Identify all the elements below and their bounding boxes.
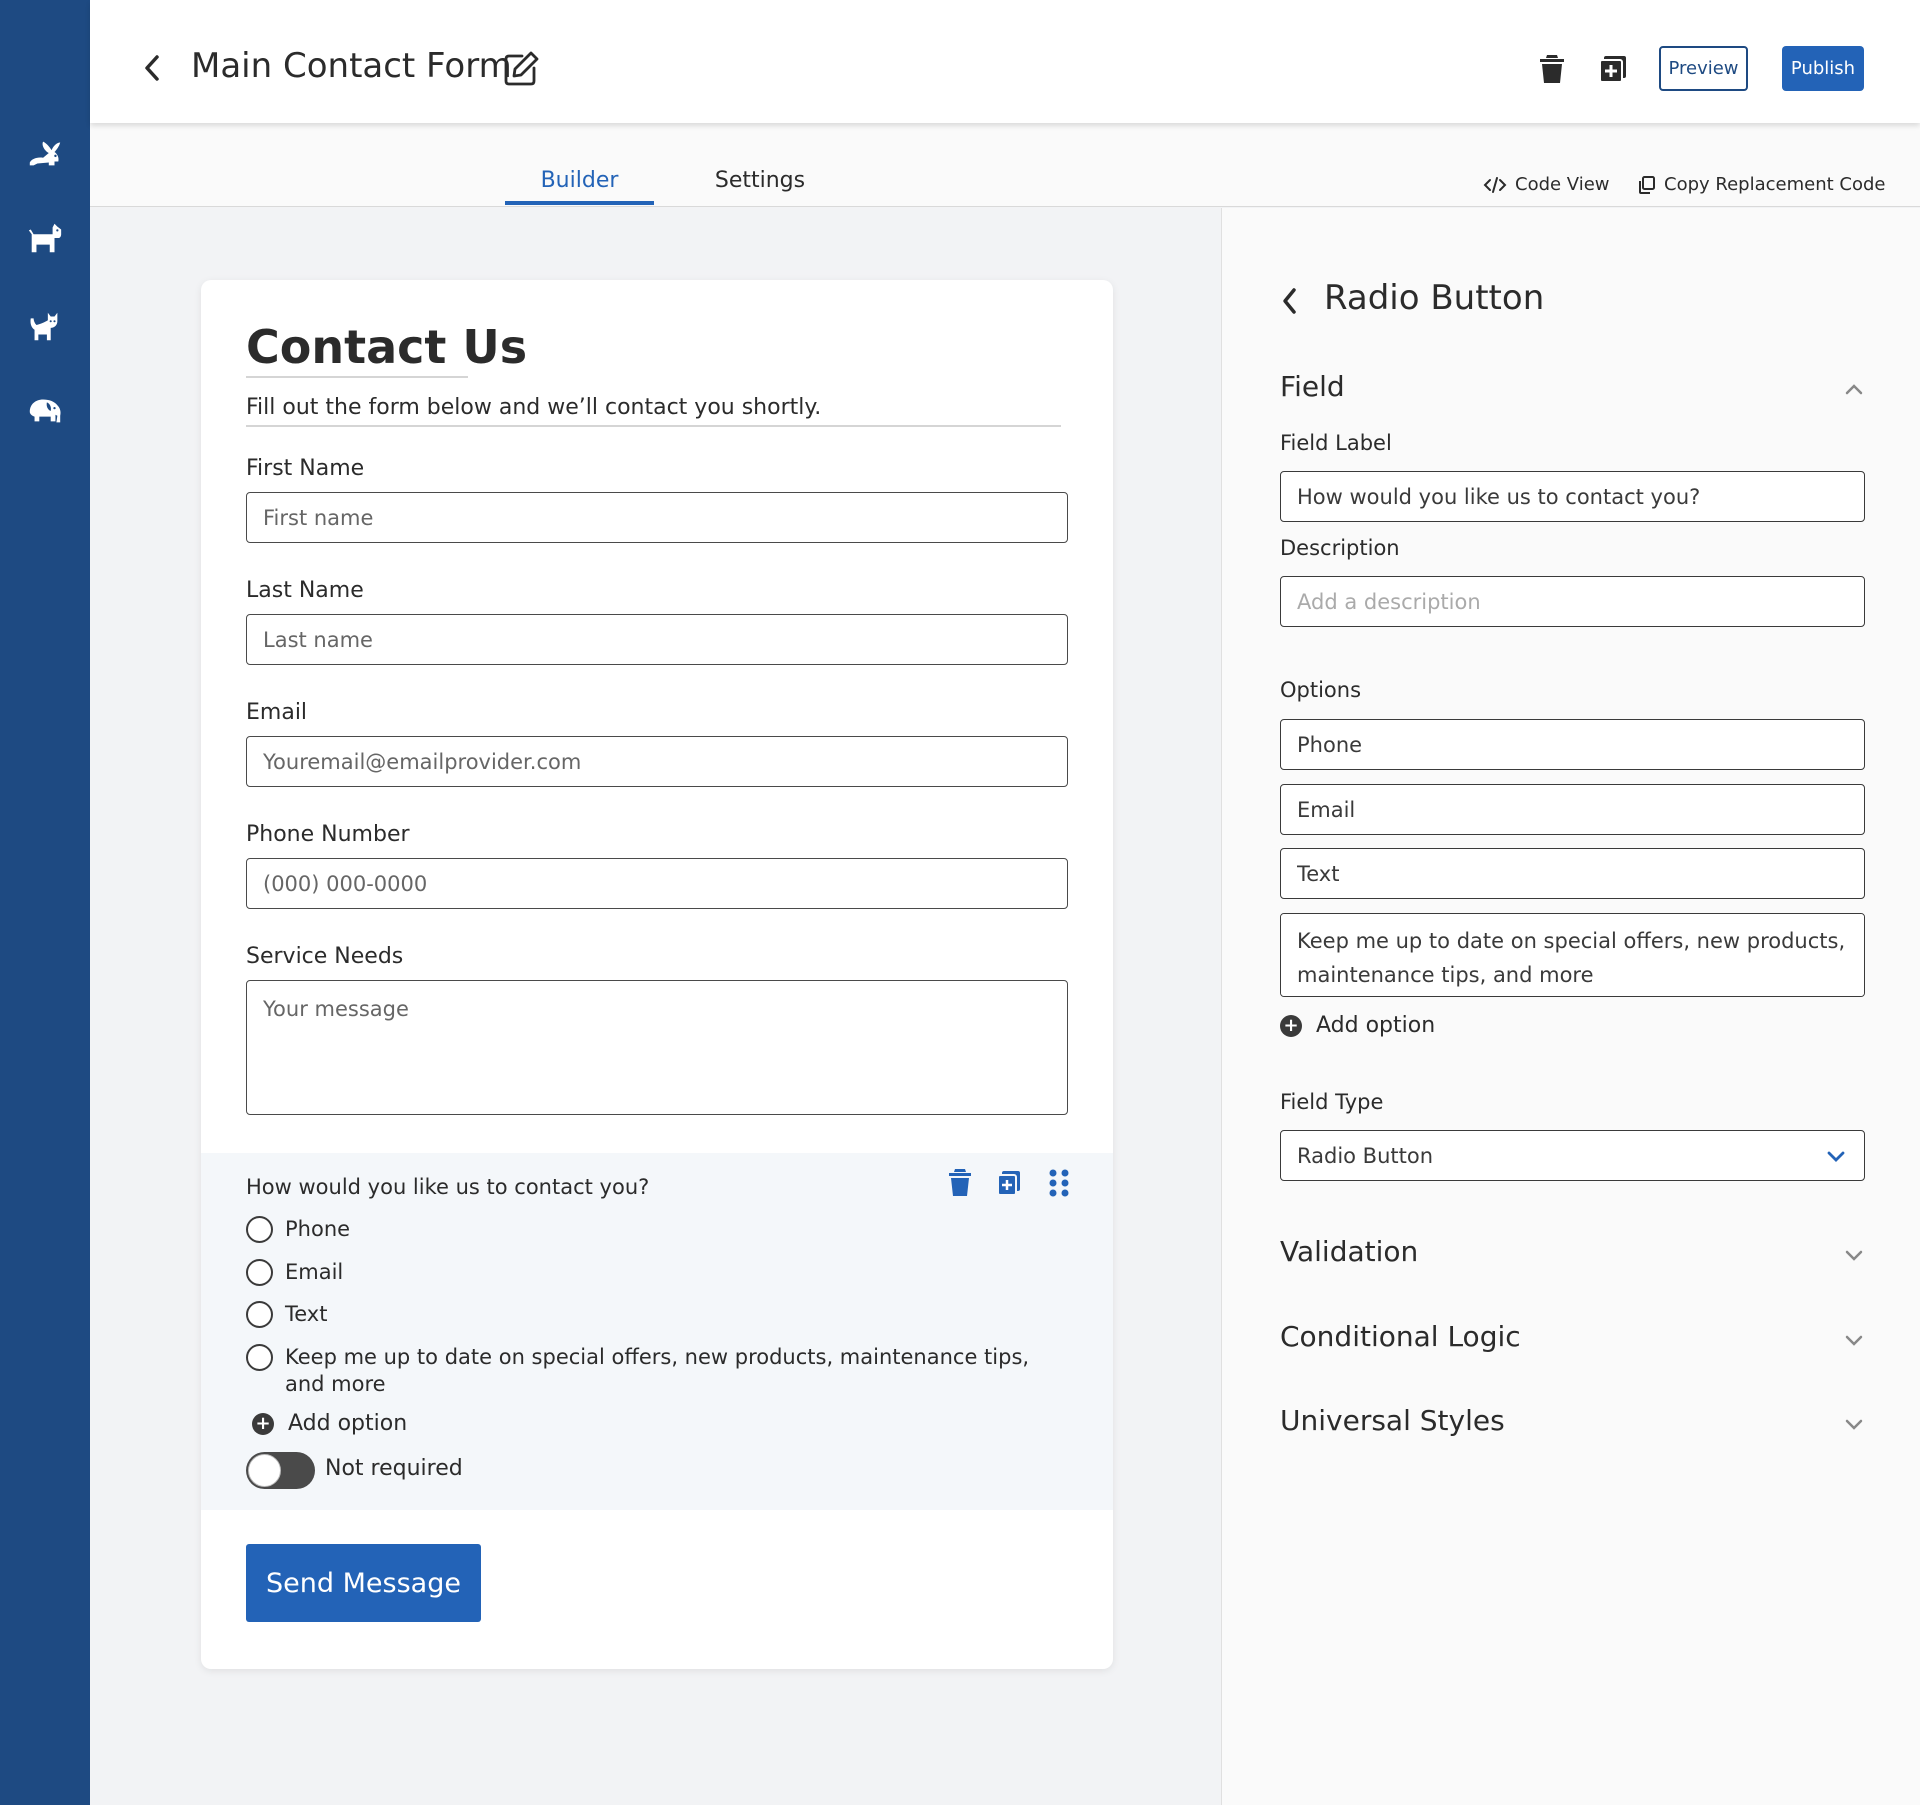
form-subtitle[interactable]: Fill out the form below and we’ll contac… (246, 395, 821, 420)
form-preview-card: Contact Us Fill out the form below and w… (201, 280, 1113, 1669)
chevron-down-icon[interactable] (1844, 1417, 1864, 1431)
chevron-down-icon[interactable] (1844, 1248, 1864, 1262)
option-input[interactable] (1280, 719, 1865, 770)
radio-option-label: Phone (285, 1217, 351, 1241)
radio-circle[interactable] (246, 1301, 273, 1328)
field-type-label: Field Type (1280, 1090, 1384, 1114)
cat-icon[interactable] (24, 305, 66, 347)
plus-circle-icon: + (252, 1412, 274, 1435)
heading-underline (246, 376, 468, 378)
field-label-label: Field Label (1280, 431, 1392, 455)
conditional-logic-section-header[interactable]: Conditional Logic (1280, 1320, 1521, 1353)
options-label: Options (1280, 678, 1362, 702)
chevron-down-icon[interactable] (1844, 1333, 1864, 1347)
tab-builder[interactable]: Builder (505, 168, 654, 193)
drag-handle-icon[interactable] (1045, 1168, 1073, 1198)
code-view-link[interactable]: Code View (1483, 174, 1610, 195)
code-view-label: Code View (1515, 174, 1610, 195)
dog-icon[interactable] (24, 217, 66, 259)
radio-option-label: Text (285, 1302, 328, 1326)
plus-circle-icon: + (1280, 1014, 1302, 1037)
email-input[interactable] (246, 736, 1068, 787)
radio-option[interactable]: Text (246, 1301, 1045, 1328)
publish-button[interactable]: Publish (1782, 46, 1864, 91)
option-input[interactable] (1280, 784, 1865, 835)
radio-option[interactable]: Email (246, 1259, 1045, 1286)
description-label: Description (1280, 536, 1400, 560)
chevron-down-icon (1827, 1151, 1845, 1162)
required-toggle-label: Not required (325, 1456, 463, 1481)
radio-option[interactable]: Keep me up to date on special offers, ne… (246, 1344, 1045, 1398)
field-type-value: Radio Button (1297, 1143, 1434, 1168)
panel-title: Radio Button (1324, 278, 1545, 318)
selected-radio-field[interactable]: How would you like us to contact you? Ph… (201, 1153, 1113, 1510)
copy-code-label: Copy Replacement Code (1664, 174, 1886, 195)
required-toggle[interactable] (246, 1452, 315, 1489)
field-type-select[interactable]: Radio Button (1280, 1130, 1865, 1181)
first-name-label: First Name (246, 456, 365, 481)
form-heading[interactable]: Contact Us (246, 320, 527, 374)
phone-input[interactable] (246, 858, 1068, 909)
app-rail (0, 0, 90, 1805)
field-duplicate-icon[interactable] (995, 1168, 1023, 1198)
radio-circle[interactable] (246, 1216, 273, 1243)
subtitle-underline (246, 425, 1061, 427)
radio-option[interactable]: Phone (246, 1216, 1045, 1243)
copy-replacement-code-link[interactable]: Copy Replacement Code (1636, 174, 1885, 195)
radio-question-label: How would you like us to contact you? (246, 1175, 650, 1199)
top-header: Main Contact Form Preview Publish (90, 0, 1920, 123)
radio-circle[interactable] (246, 1344, 273, 1371)
field-section-header[interactable]: Field (1280, 370, 1345, 403)
add-option-button[interactable]: + Add option (252, 1411, 407, 1436)
back-arrow-icon[interactable] (140, 52, 164, 84)
validation-section-header[interactable]: Validation (1280, 1235, 1418, 1268)
service-needs-label: Service Needs (246, 944, 404, 969)
elephant-icon[interactable] (24, 389, 66, 431)
active-tab-indicator (505, 201, 654, 205)
first-name-input[interactable] (246, 492, 1068, 543)
duplicate-icon[interactable] (1597, 53, 1629, 85)
radio-option-label: Email (285, 1260, 344, 1284)
field-settings-panel: Radio Button Field Field Label Descripti… (1221, 208, 1920, 1805)
edit-pencil-icon[interactable] (502, 50, 540, 88)
radio-option-label: Keep me up to date on special offers, ne… (285, 1345, 1030, 1396)
field-label-input[interactable] (1280, 471, 1865, 522)
phone-label: Phone Number (246, 822, 410, 847)
field-trash-icon[interactable] (946, 1168, 974, 1198)
description-input[interactable] (1280, 576, 1865, 627)
panel-back-arrow-icon[interactable] (1280, 286, 1298, 316)
tab-bar: Builder Settings Code View Copy Replacem… (90, 123, 1920, 207)
chevron-up-icon[interactable] (1844, 382, 1864, 396)
last-name-label: Last Name (246, 578, 364, 603)
panel-add-option-button[interactable]: + Add option (1280, 1013, 1435, 1038)
trash-icon[interactable] (1537, 53, 1567, 85)
last-name-input[interactable] (246, 614, 1068, 665)
add-option-label: Add option (1316, 1013, 1436, 1038)
preview-button[interactable]: Preview (1659, 46, 1748, 91)
radio-circle[interactable] (246, 1259, 273, 1286)
copy-icon (1639, 175, 1655, 194)
form-title: Main Contact Form (191, 46, 512, 86)
code-icon (1483, 176, 1507, 193)
option-input[interactable] (1280, 848, 1865, 899)
service-needs-textarea[interactable] (246, 980, 1068, 1115)
toggle-knob (248, 1454, 281, 1487)
universal-styles-section-header[interactable]: Universal Styles (1280, 1404, 1505, 1437)
option-textarea[interactable]: Keep me up to date on special offers, ne… (1280, 913, 1865, 997)
rabbit-icon[interactable] (24, 132, 66, 174)
tab-settings[interactable]: Settings (710, 168, 810, 193)
add-option-label: Add option (288, 1411, 408, 1436)
email-label: Email (246, 700, 308, 725)
send-message-button[interactable]: Send Message (246, 1544, 481, 1622)
